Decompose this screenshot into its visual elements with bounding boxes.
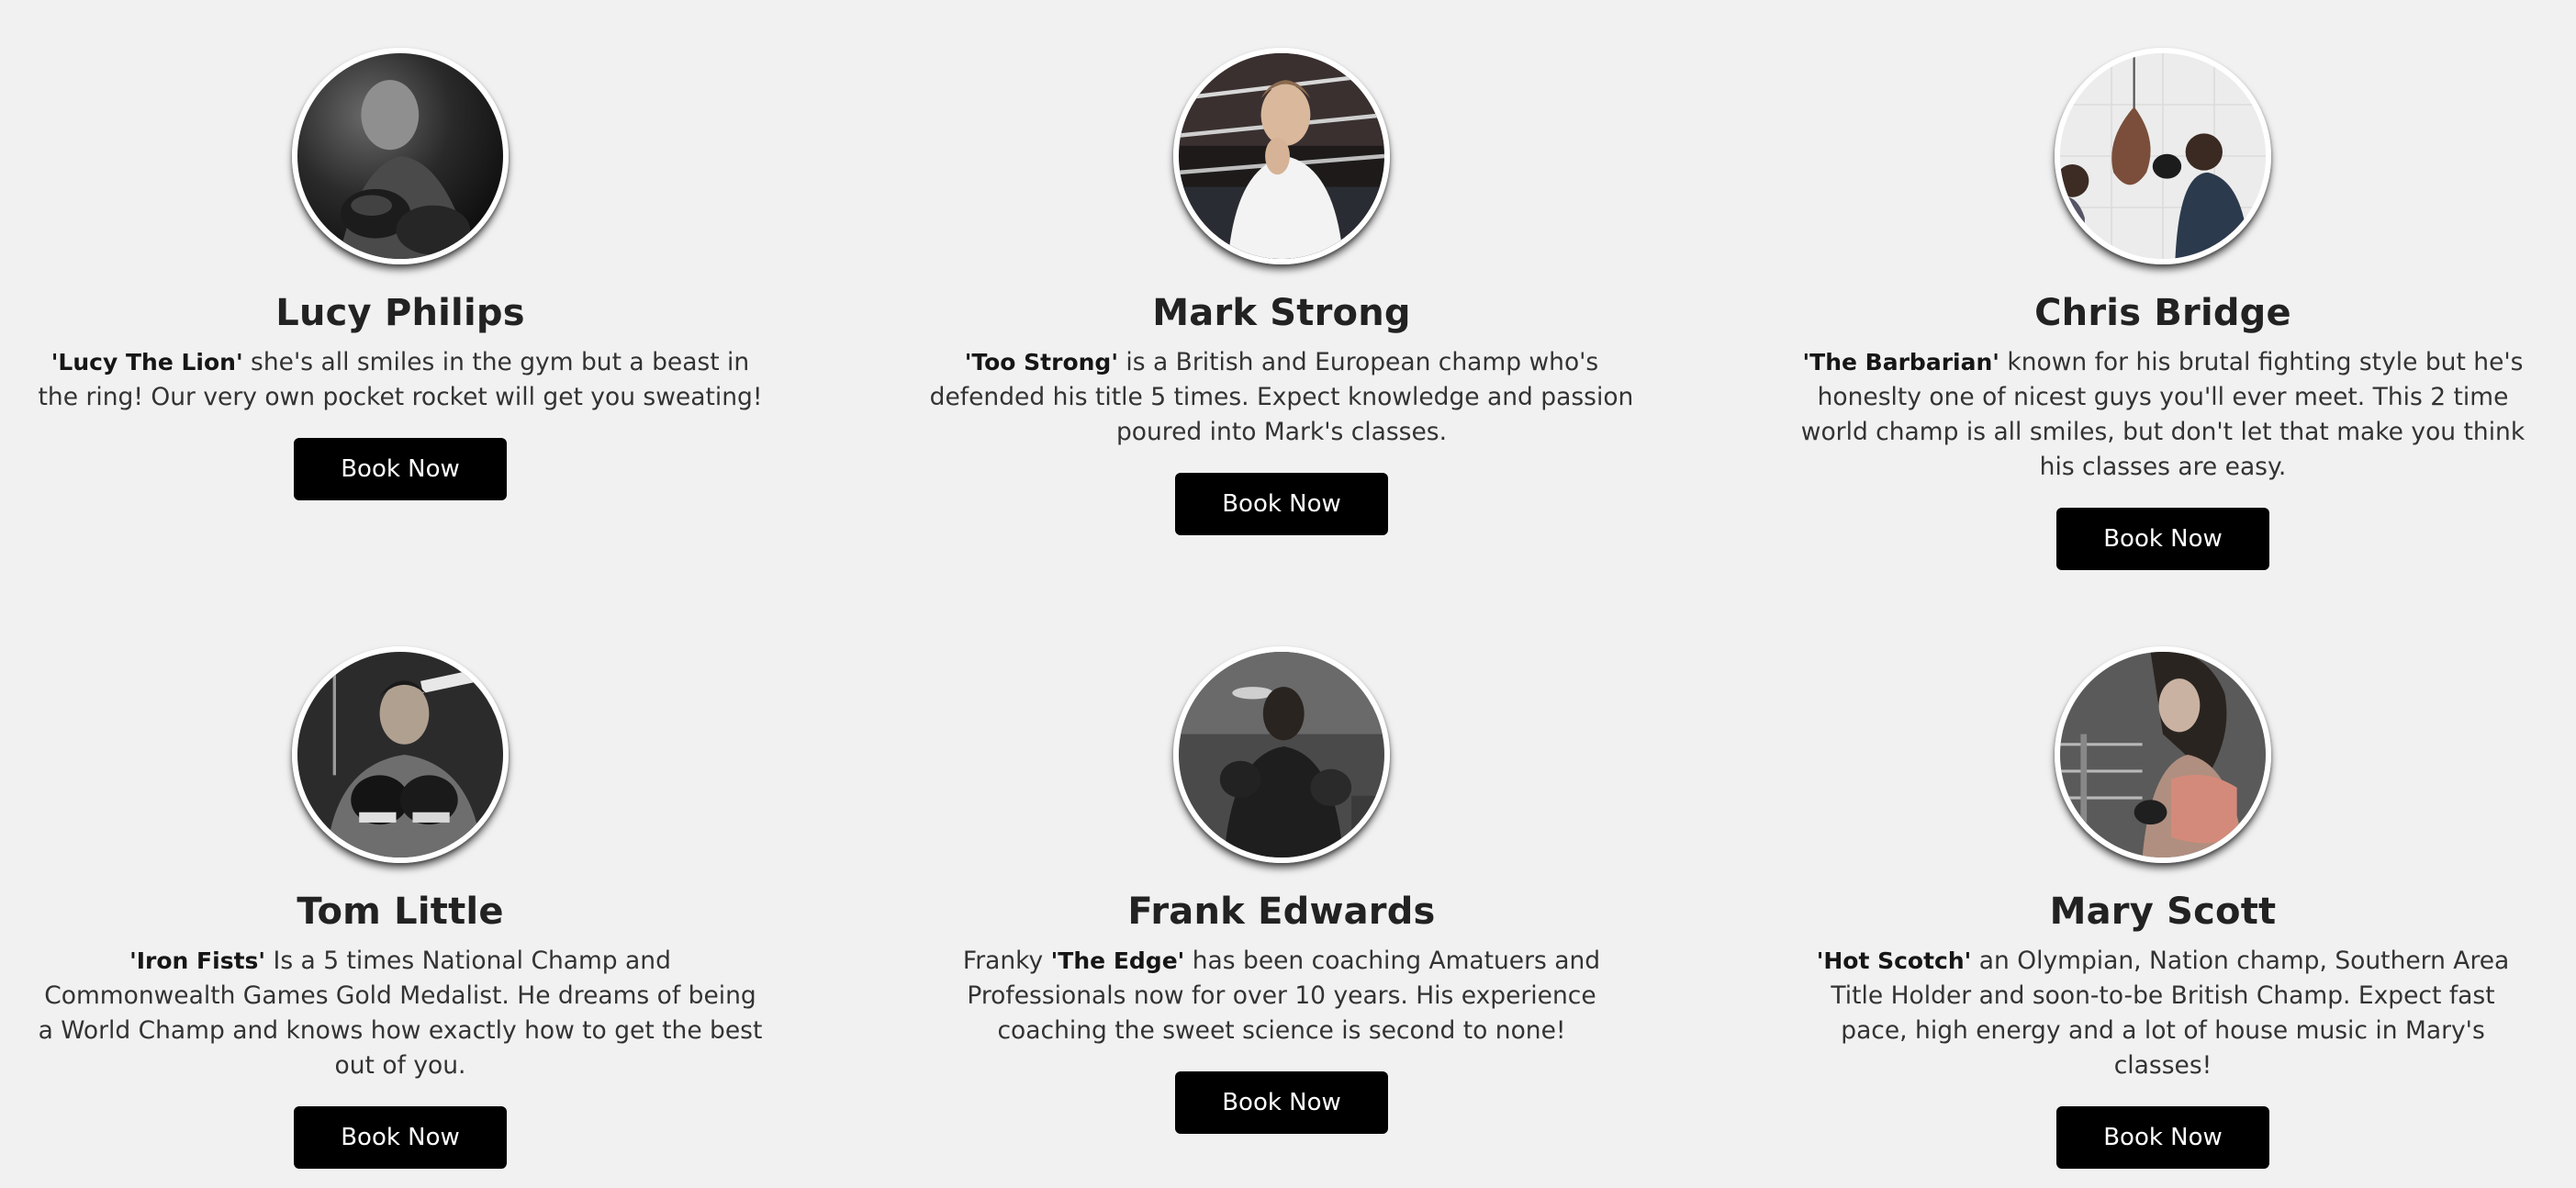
trainer-bio: 'Too Strong' is a British and European c…: [914, 345, 1649, 450]
trainer-card: Chris Bridge 'The Barbarian' known for h…: [1768, 48, 2558, 570]
book-now-button[interactable]: Book Now: [294, 1106, 507, 1169]
trainer-card: Mark Strong 'Too Strong' is a British an…: [887, 48, 1676, 535]
trainer-name: Tom Little: [297, 891, 504, 933]
trainer-name: Mary Scott: [2049, 891, 2277, 933]
trainer-photo: [292, 646, 509, 863]
trainer-photo: [2055, 646, 2271, 863]
trainer-name: Chris Bridge: [2034, 292, 2291, 334]
trainer-nickname: 'The Barbarian': [1802, 349, 1999, 375]
trainer-bio: Franky 'The Edge' has been coaching Amat…: [914, 944, 1649, 1048]
trainer-card: Mary Scott 'Hot Scotch' an Olympian, Nat…: [1768, 646, 2558, 1169]
book-now-button[interactable]: Book Now: [294, 438, 507, 500]
trainer-name: Lucy Philips: [275, 292, 525, 334]
trainer-nickname: 'Iron Fists': [129, 947, 266, 974]
trainer-card: Frank Edwards Franky 'The Edge' has been…: [887, 646, 1676, 1134]
trainer-nickname: 'Lucy The Lion': [50, 349, 243, 375]
trainer-bio: 'Lucy The Lion' she's all smiles in the …: [33, 345, 767, 415]
trainer-name: Frank Edwards: [1127, 891, 1436, 933]
book-now-button[interactable]: Book Now: [1175, 1071, 1388, 1134]
trainer-photo: [292, 48, 509, 264]
book-now-button[interactable]: Book Now: [2056, 508, 2269, 570]
trainer-name: Mark Strong: [1152, 292, 1411, 334]
trainer-card: Lucy Philips 'Lucy The Lion' she's all s…: [6, 48, 795, 500]
book-now-button[interactable]: Book Now: [1175, 473, 1388, 535]
trainer-nickname: 'Too Strong': [964, 349, 1118, 375]
trainer-bio: 'Iron Fists' Is a 5 times National Champ…: [33, 944, 767, 1083]
trainers-grid: Lucy Philips 'Lucy The Lion' she's all s…: [0, 0, 2576, 1188]
book-now-button[interactable]: Book Now: [2056, 1106, 2269, 1169]
trainer-nickname: 'Hot Scotch': [1816, 947, 1972, 974]
trainer-photo: [1173, 646, 1390, 863]
trainer-bio-prefix: Franky: [962, 947, 1051, 975]
trainer-bio: 'Hot Scotch' an Olympian, Nation champ, …: [1796, 944, 2530, 1083]
trainer-card: Tom Little 'Iron Fists' Is a 5 times Nat…: [6, 646, 795, 1169]
trainer-photo: [1173, 48, 1390, 264]
trainer-nickname: 'The Edge': [1050, 947, 1185, 974]
trainer-photo: [2055, 48, 2271, 264]
trainer-bio: 'The Barbarian' known for his brutal fig…: [1796, 345, 2530, 485]
